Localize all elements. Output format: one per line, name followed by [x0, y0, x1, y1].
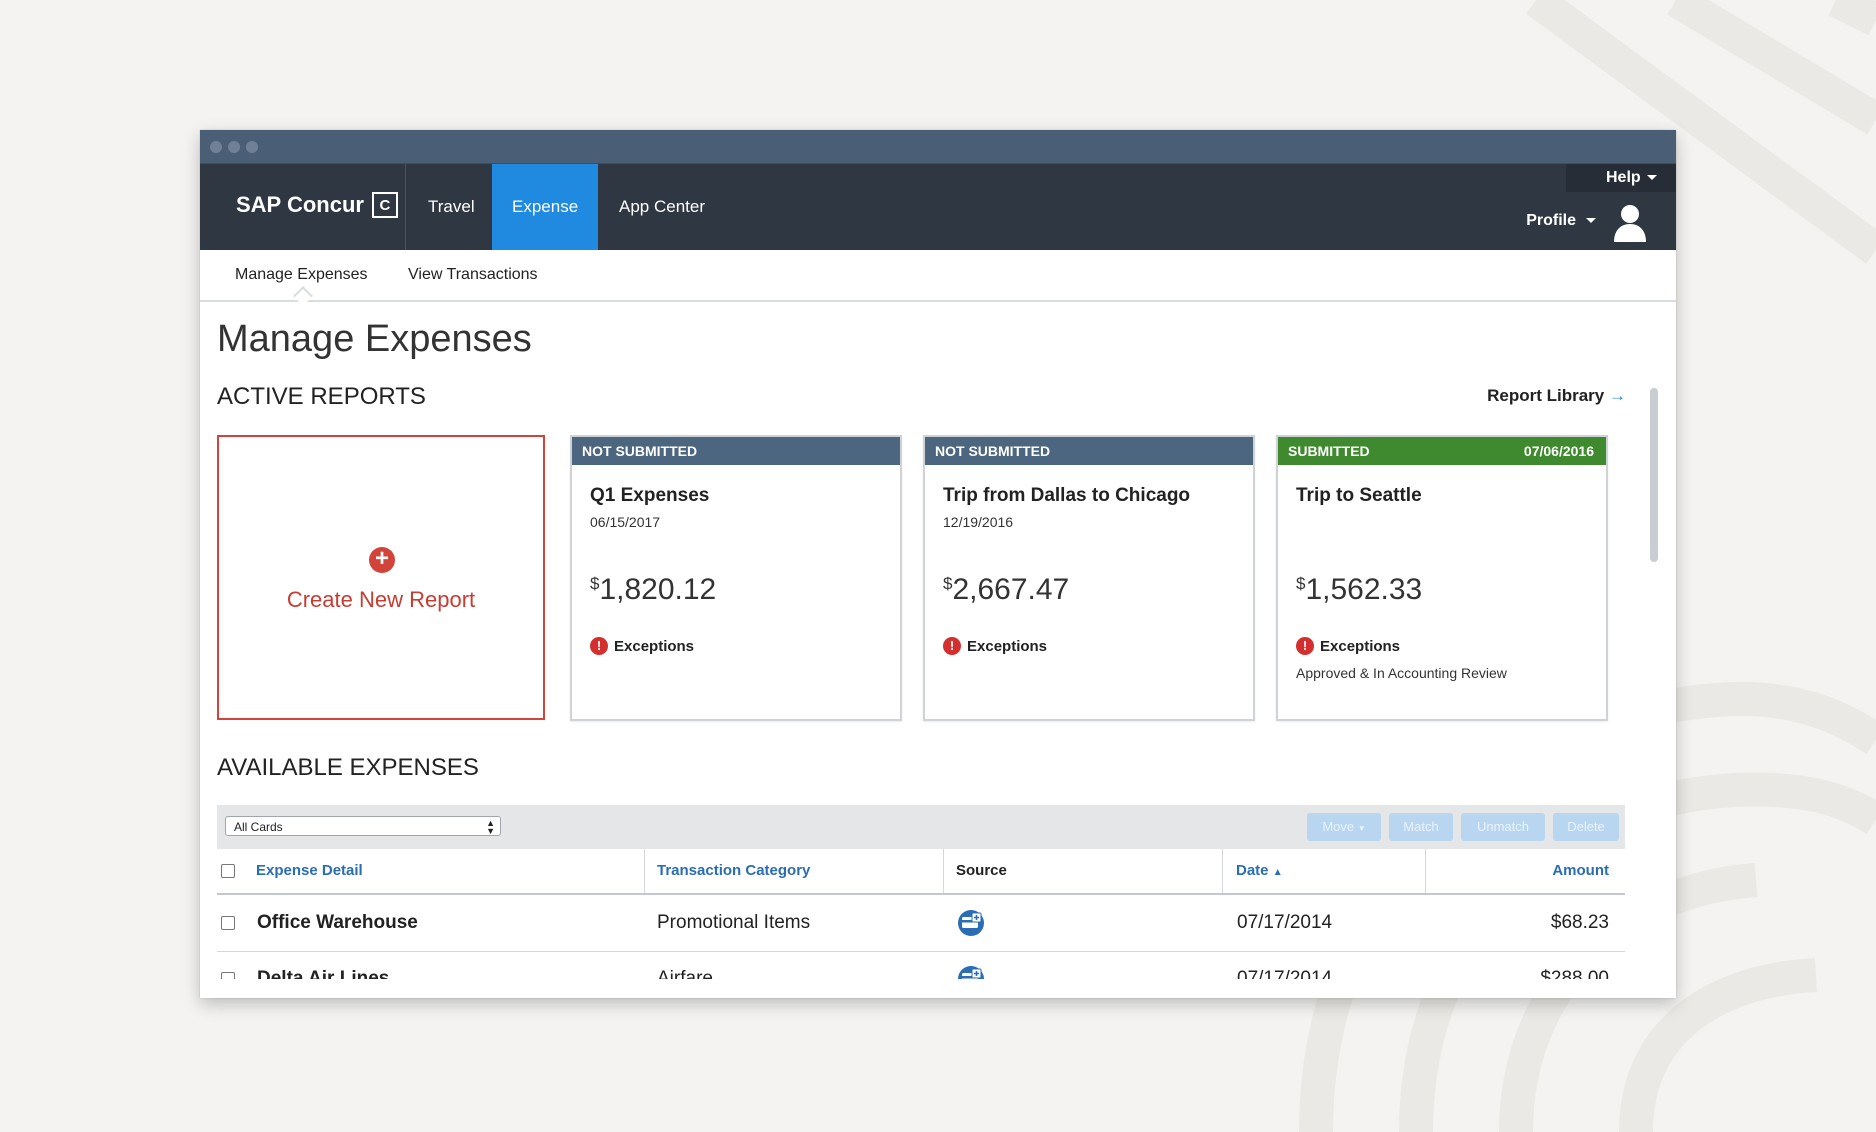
profile-menu[interactable]: Profile — [1526, 212, 1596, 230]
exceptions-label: Exceptions — [967, 637, 1048, 655]
header-amount[interactable]: Amount — [1552, 849, 1609, 893]
header-date-label: Date — [1236, 862, 1269, 879]
app-window: SAP Concur C Travel Expense App Center H… — [200, 130, 1676, 998]
expenses-toolbar: All Cards ▲ ▼ Move ▼ Match Unmatch Delete — [217, 805, 1625, 849]
report-status: NOT SUBMITTED — [582, 443, 698, 459]
scrollbar-thumb[interactable] — [1650, 388, 1658, 562]
subnav-view-transactions[interactable]: View Transactions — [408, 266, 538, 284]
exceptions-label: Exceptions — [1320, 637, 1401, 655]
create-new-report-label: Create New Report — [286, 587, 476, 612]
chevron-down-icon — [1586, 218, 1596, 224]
alert-icon: ! — [1296, 637, 1314, 655]
create-new-report-card[interactable]: + Create New Report — [217, 435, 545, 720]
concur-logo-icon: C — [371, 192, 398, 218]
report-approval-status: Approved & In Accounting Review — [1296, 665, 1507, 681]
transaction-amount: $68.23 — [1550, 912, 1609, 933]
sort-ascending-icon: ▲ — [1272, 867, 1283, 878]
report-status-badge: SUBMITTED 07/06/2016 — [1278, 437, 1606, 465]
help-label: Help — [1606, 169, 1641, 186]
header-source: Source — [956, 862, 1007, 879]
transaction-category: Promotional Items — [657, 912, 811, 933]
card-filter-select[interactable]: All Cards ▲ ▼ — [225, 816, 501, 836]
exceptions-indicator: ! Exceptions — [590, 637, 694, 655]
amount-value: 1,820.12 — [599, 573, 717, 606]
report-status-badge: NOT SUBMITTED — [925, 437, 1253, 465]
nav-app-center[interactable]: App Center — [599, 164, 725, 250]
header-date[interactable]: Date ▲ — [1236, 849, 1283, 893]
match-button[interactable]: Match — [1389, 813, 1453, 841]
card-filter-value: All Cards — [234, 820, 283, 834]
top-navigation: SAP Concur C Travel Expense App Center H… — [200, 164, 1676, 250]
report-status-badge: NOT SUBMITTED — [572, 437, 900, 465]
report-date: 12/19/2016 — [943, 514, 1014, 530]
exceptions-indicator: ! Exceptions — [943, 637, 1047, 655]
submitted-date: 07/06/2016 — [1523, 443, 1594, 459]
report-title: Q1 Expenses — [590, 485, 710, 506]
select-arrows-icon: ▲ ▼ — [486, 818, 495, 836]
card-source-icon — [958, 910, 984, 936]
table-row[interactable]: Office Warehouse Promotional Items 07/17… — [217, 895, 1625, 952]
amount-value: 1,562.33 — [1305, 573, 1423, 606]
exceptions-label: Exceptions — [614, 637, 695, 655]
transaction-date: 07/17/2014 — [1237, 912, 1333, 933]
report-library-link[interactable]: Report Library → — [1487, 386, 1626, 406]
user-avatar-icon[interactable] — [1612, 202, 1648, 242]
chevron-down-icon: ▼ — [1357, 824, 1366, 833]
report-card[interactable]: NOT SUBMITTED Q1 Expenses 06/15/2017 $1,… — [570, 435, 902, 721]
unmatch-button[interactable]: Unmatch — [1461, 813, 1545, 841]
exceptions-indicator: ! Exceptions — [1296, 637, 1400, 655]
move-button[interactable]: Move ▼ — [1307, 813, 1381, 841]
report-amount: $1,562.33 — [1296, 573, 1422, 607]
report-card[interactable]: NOT SUBMITTED Trip from Dallas to Chicag… — [923, 435, 1255, 721]
report-status: SUBMITTED — [1288, 443, 1370, 459]
report-card[interactable]: SUBMITTED 07/06/2016 Trip to Seattle $1,5… — [1276, 435, 1608, 721]
chevron-down-icon — [1646, 175, 1657, 181]
window-titlebar — [200, 130, 1676, 164]
report-library-label: Report Library — [1487, 386, 1605, 405]
column-divider — [1425, 849, 1426, 893]
window-maximize-dot[interactable] — [246, 141, 258, 153]
available-expenses-heading: AVAILABLE EXPENSES — [217, 754, 479, 781]
expense-detail: Office Warehouse — [257, 912, 418, 933]
move-label: Move — [1322, 819, 1355, 834]
column-divider — [943, 849, 944, 893]
window-minimize-dot[interactable] — [228, 141, 240, 153]
nav-divider — [405, 164, 406, 250]
brand-logo[interactable]: SAP Concur C — [236, 192, 398, 218]
sub-navigation: Manage Expenses View Transactions — [200, 250, 1676, 306]
report-status: NOT SUBMITTED — [935, 443, 1051, 459]
subnav-manage-expenses[interactable]: Manage Expenses — [235, 266, 368, 284]
window-close-dot[interactable] — [210, 141, 222, 153]
header-expense-detail[interactable]: Expense Detail — [256, 849, 363, 893]
select-all-checkbox[interactable] — [221, 864, 235, 878]
header-transaction-category[interactable]: Transaction Category — [657, 849, 810, 893]
brand-name: SAP Concur — [236, 192, 364, 217]
arrow-right-icon: → — [1609, 386, 1626, 405]
window-bottom-edge — [200, 979, 1676, 998]
alert-icon: ! — [943, 637, 961, 655]
report-title: Trip to Seattle — [1296, 485, 1422, 506]
table-header: Expense Detail Transaction Category Sour… — [217, 849, 1625, 895]
help-menu[interactable]: Help — [1566, 164, 1676, 192]
column-divider — [644, 849, 645, 893]
amount-value: 2,667.47 — [952, 573, 1070, 606]
profile-label: Profile — [1526, 212, 1576, 229]
alert-icon: ! — [590, 637, 608, 655]
nav-expense[interactable]: Expense — [492, 164, 599, 250]
active-reports-heading: ACTIVE REPORTS — [217, 383, 426, 410]
report-amount: $2,667.47 — [943, 573, 1069, 607]
report-amount: $1,820.12 — [590, 573, 716, 607]
plus-circle-icon: + — [369, 547, 395, 573]
active-subnav-indicator — [293, 286, 313, 306]
row-checkbox[interactable] — [221, 916, 235, 930]
report-date: 06/15/2017 — [590, 514, 661, 530]
nav-travel[interactable]: Travel — [408, 164, 495, 250]
page-title: Manage Expenses — [217, 318, 532, 360]
column-divider — [1222, 849, 1223, 893]
delete-button[interactable]: Delete — [1553, 813, 1619, 841]
report-title: Trip from Dallas to Chicago — [943, 485, 1191, 506]
